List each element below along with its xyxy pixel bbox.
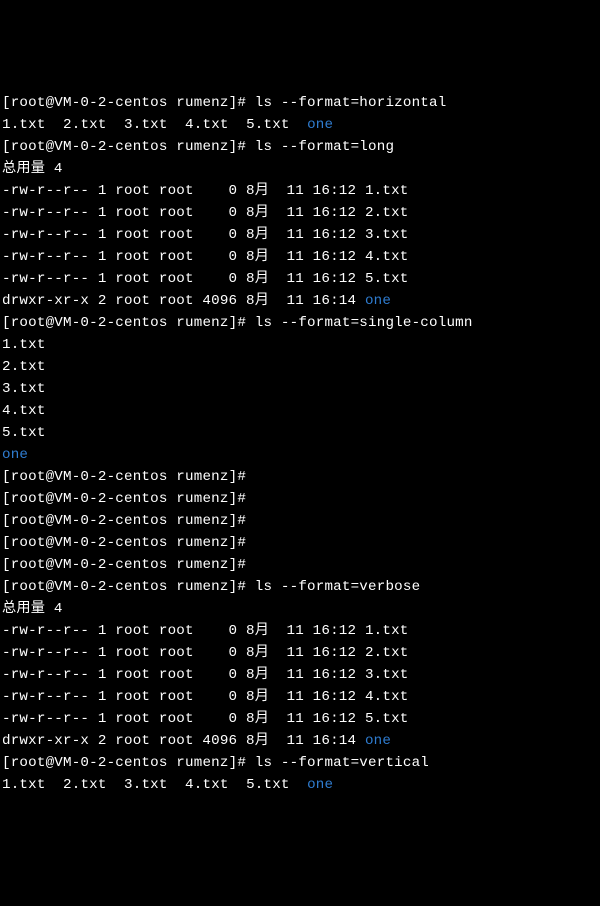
prompt-line: [root@VM-0-2-centos rumenz]# xyxy=(2,466,598,488)
directory-name: one xyxy=(365,733,391,749)
ls-long-row: -rw-r--r-- 1 root root 0 8月 11 16:12 5.t… xyxy=(2,708,598,730)
file-name: 1.txt xyxy=(2,117,46,133)
prompt-line: [root@VM-0-2-centos rumenz]# xyxy=(2,554,598,576)
file-name: 2.txt xyxy=(63,117,107,133)
file-name: 4.txt xyxy=(185,117,229,133)
output-line: 总用量 4 xyxy=(2,598,598,620)
directory-name: one xyxy=(365,293,391,309)
file-name: 1.txt xyxy=(2,334,598,356)
file-name: 3.txt xyxy=(124,117,168,133)
file-name: 1.txt xyxy=(365,623,409,639)
directory-name: one xyxy=(2,444,598,466)
file-name: 2.txt xyxy=(2,356,598,378)
file-name: 5.txt xyxy=(365,271,409,287)
file-name: 3.txt xyxy=(124,777,168,793)
ls-long-row: -rw-r--r-- 1 root root 0 8月 11 16:12 1.t… xyxy=(2,180,598,202)
ls-long-row: -rw-r--r-- 1 root root 0 8月 11 16:12 2.t… xyxy=(2,642,598,664)
ls-long-row: -rw-r--r-- 1 root root 0 8月 11 16:12 3.t… xyxy=(2,224,598,246)
file-name: 1.txt xyxy=(2,777,46,793)
file-name: 3.txt xyxy=(365,667,409,683)
file-name: 4.txt xyxy=(2,400,598,422)
file-name: 5.txt xyxy=(246,117,290,133)
file-name: 5.txt xyxy=(365,711,409,727)
ls-long-row: drwxr-xr-x 2 root root 4096 8月 11 16:14 … xyxy=(2,290,598,312)
ls-long-row: -rw-r--r-- 1 root root 0 8月 11 16:12 5.t… xyxy=(2,268,598,290)
file-name: 2.txt xyxy=(365,645,409,661)
prompt-line: [root@VM-0-2-centos rumenz]# ls --format… xyxy=(2,92,598,114)
directory-name: one xyxy=(307,117,333,133)
file-name: 2.txt xyxy=(63,777,107,793)
prompt-line: [root@VM-0-2-centos rumenz]# ls --format… xyxy=(2,136,598,158)
ls-long-row: -rw-r--r-- 1 root root 0 8月 11 16:12 4.t… xyxy=(2,246,598,268)
ls-horizontal-output: 1.txt 2.txt 3.txt 4.txt 5.txt one xyxy=(2,114,598,136)
terminal-output: [root@VM-0-2-centos rumenz]# ls --format… xyxy=(2,92,598,796)
prompt-line: [root@VM-0-2-centos rumenz]# xyxy=(2,510,598,532)
file-name: 3.txt xyxy=(2,378,598,400)
file-name: 4.txt xyxy=(365,249,409,265)
prompt-line: [root@VM-0-2-centos rumenz]# ls --format… xyxy=(2,752,598,774)
file-name: 4.txt xyxy=(365,689,409,705)
prompt-line: [root@VM-0-2-centos rumenz]# xyxy=(2,488,598,510)
ls-long-row: -rw-r--r-- 1 root root 0 8月 11 16:12 4.t… xyxy=(2,686,598,708)
file-name: 2.txt xyxy=(365,205,409,221)
ls-horizontal-output: 1.txt 2.txt 3.txt 4.txt 5.txt one xyxy=(2,774,598,796)
file-name: 1.txt xyxy=(365,183,409,199)
file-name: 4.txt xyxy=(185,777,229,793)
file-name: 3.txt xyxy=(365,227,409,243)
prompt-line: [root@VM-0-2-centos rumenz]# xyxy=(2,532,598,554)
file-name: 5.txt xyxy=(246,777,290,793)
file-name: 5.txt xyxy=(2,422,598,444)
prompt-line: [root@VM-0-2-centos rumenz]# ls --format… xyxy=(2,312,598,334)
output-line: 总用量 4 xyxy=(2,158,598,180)
ls-long-row: -rw-r--r-- 1 root root 0 8月 11 16:12 3.t… xyxy=(2,664,598,686)
directory-name: one xyxy=(307,777,333,793)
prompt-line: [root@VM-0-2-centos rumenz]# ls --format… xyxy=(2,576,598,598)
ls-long-row: -rw-r--r-- 1 root root 0 8月 11 16:12 2.t… xyxy=(2,202,598,224)
ls-long-row: drwxr-xr-x 2 root root 4096 8月 11 16:14 … xyxy=(2,730,598,752)
ls-long-row: -rw-r--r-- 1 root root 0 8月 11 16:12 1.t… xyxy=(2,620,598,642)
